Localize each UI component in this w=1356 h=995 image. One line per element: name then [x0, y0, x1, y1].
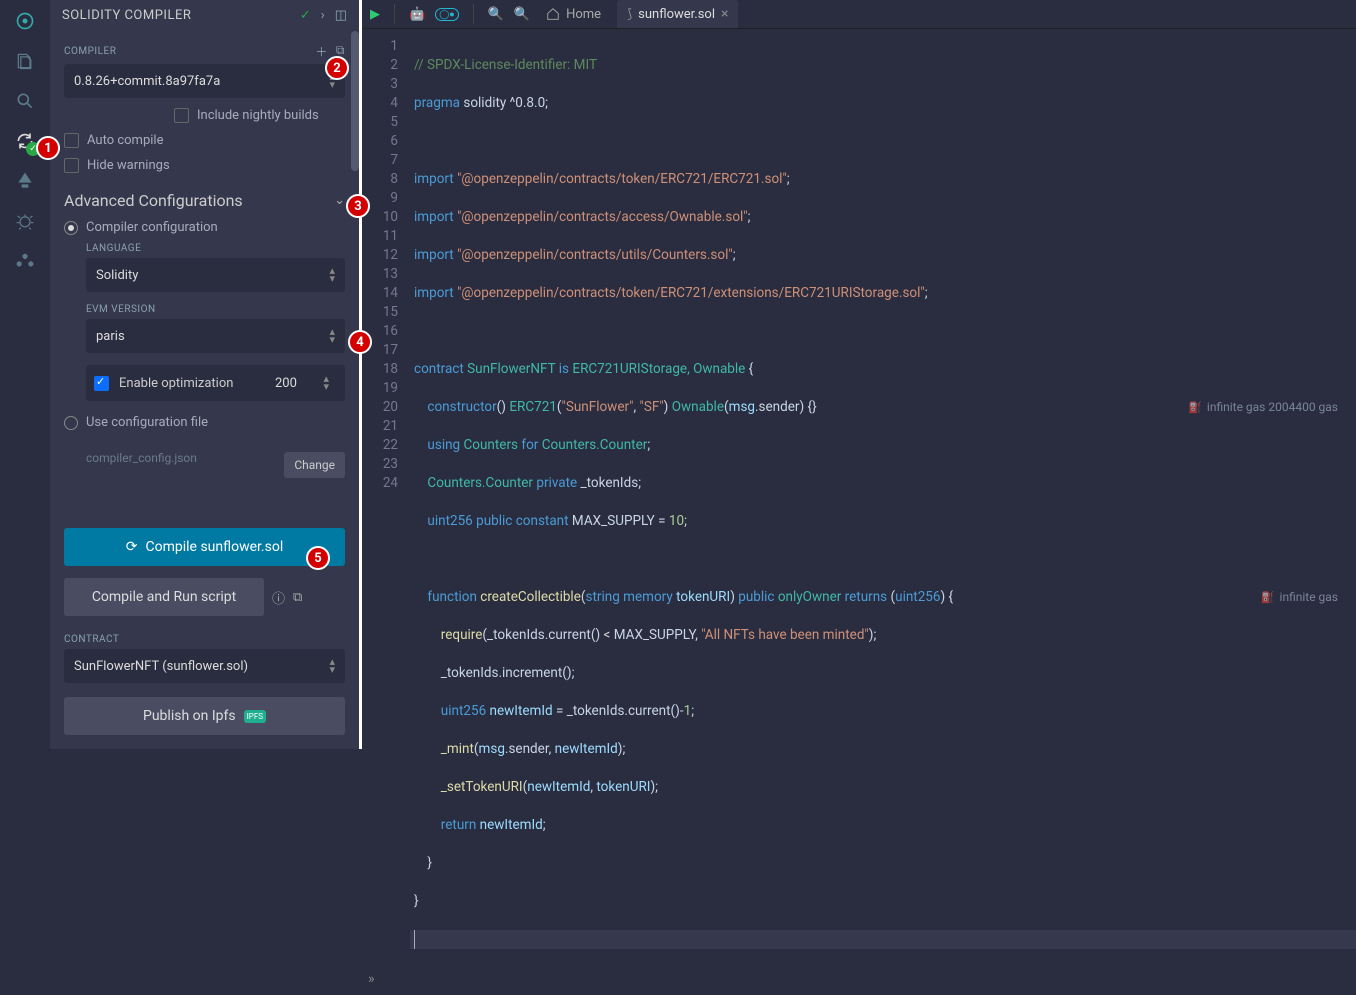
callout-1: 1: [36, 136, 60, 160]
logo-icon[interactable]: [14, 10, 36, 32]
evm-value: paris: [96, 329, 125, 344]
tab-home[interactable]: Home: [536, 1, 611, 28]
info-icon[interactable]: ⓘ: [272, 588, 285, 607]
compile-run-label: Compile and Run script: [92, 589, 236, 605]
plugin-icon[interactable]: [14, 250, 36, 272]
select-arrows-icon: ▴▾: [329, 267, 335, 283]
language-select[interactable]: Solidity ▴▾: [86, 258, 345, 292]
configfile-label: Use configuration file: [86, 415, 208, 430]
optimization-checkbox[interactable]: [94, 376, 109, 391]
contract-value: SunFlowerNFT (sunflower.sol): [74, 659, 248, 674]
compiler-config-radio[interactable]: [64, 221, 78, 235]
tab-bar: ▶ 🤖 ◯● 🔍 🔍 Home ⟆ sunflower.sol ×: [362, 0, 1356, 29]
solidity-file-icon: ⟆: [627, 7, 632, 22]
optimization-runs-input[interactable]: 200▴▾: [267, 371, 337, 395]
callout-3: 3: [346, 194, 370, 218]
play-icon[interactable]: ▶: [370, 7, 380, 22]
compiler-label: COMPILER: [64, 46, 116, 57]
ipfs-icon: IPFS: [244, 710, 266, 723]
nightly-label: Include nightly builds: [197, 108, 319, 123]
panel-title: SOLIDITY COMPILER: [62, 8, 191, 23]
compile-run-button[interactable]: Compile and Run script: [64, 578, 264, 616]
advanced-config-toggle[interactable]: Advanced Configurations ⌄: [64, 191, 345, 210]
solidity-compiler-panel: SOLIDITY COMPILER ✓ › ◫ COMPILER ＋ ⧉ 0.8.…: [50, 0, 362, 749]
zoom-in-icon[interactable]: 🔍: [514, 7, 530, 22]
gas-hint: infinite gas: [1261, 588, 1338, 607]
callout-4: 4: [348, 330, 372, 354]
advanced-title: Advanced Configurations: [64, 191, 243, 210]
select-arrows-icon: ▴▾: [323, 375, 329, 391]
compiler-select[interactable]: 0.8.26+commit.8a97fa7a ▴▾: [64, 64, 345, 98]
search-icon[interactable]: [14, 90, 36, 112]
evm-select[interactable]: paris ▴▾: [86, 319, 345, 353]
language-value: Solidity: [96, 268, 138, 283]
autocompile-checkbox[interactable]: [64, 133, 79, 148]
icon-bar: [0, 0, 50, 749]
publish-ipfs-button[interactable]: Publish on Ipfs IPFS: [64, 697, 345, 735]
home-icon: [546, 7, 560, 21]
autocompile-label: Auto compile: [87, 133, 163, 148]
code-content[interactable]: // SPDX-License-Identifier: MIT pragma s…: [410, 29, 1356, 995]
configfile-radio[interactable]: [64, 416, 78, 430]
compiler-icon[interactable]: [14, 130, 36, 152]
select-arrows-icon: ▴▾: [329, 658, 335, 674]
chevron-down-icon: ⌄: [334, 193, 345, 208]
hidewarnings-label: Hide warnings: [87, 158, 170, 173]
compiler-value: 0.8.26+commit.8a97fa7a: [74, 74, 220, 89]
callout-5: 5: [306, 546, 330, 570]
compile-button[interactable]: ⟳ Compile sunflower.sol: [64, 528, 345, 566]
publish-label: Publish on Ipfs: [143, 708, 236, 724]
zoom-out-icon[interactable]: 🔍: [488, 7, 504, 22]
check-icon[interactable]: ✓: [300, 8, 311, 23]
tab-home-label: Home: [566, 7, 601, 22]
optimization-label: Enable optimization: [119, 376, 257, 391]
compiler-config-label: Compiler configuration: [86, 220, 218, 235]
copy-script-icon[interactable]: ⧉: [293, 590, 302, 605]
callout-2: 2: [325, 56, 349, 80]
contract-select[interactable]: SunFlowerNFT (sunflower.sol) ▴▾: [64, 649, 345, 683]
chevron-right-icon[interactable]: ›: [321, 8, 325, 23]
expand-panel-icon[interactable]: »: [368, 970, 375, 989]
code-editor[interactable]: 123456789101112131415161718192021222324 …: [362, 29, 1356, 995]
panel-layout-icon[interactable]: ◫: [335, 8, 347, 23]
close-tab-icon[interactable]: ×: [721, 6, 728, 22]
hidewarnings-checkbox[interactable]: [64, 158, 79, 173]
line-gutter: 123456789101112131415161718192021222324: [362, 29, 410, 995]
refresh-icon: ⟳: [126, 539, 138, 555]
robot-icon[interactable]: 🤖: [409, 7, 425, 22]
evm-label: EVM VERSION: [86, 304, 345, 315]
select-arrows-icon: ▴▾: [329, 328, 335, 344]
files-icon[interactable]: [14, 50, 36, 72]
contract-label: CONTRACT: [64, 634, 345, 645]
tab-file-label: sunflower.sol: [638, 7, 715, 22]
nightly-checkbox[interactable]: [174, 108, 189, 123]
debugger-icon[interactable]: [14, 210, 36, 232]
editor-area: ▶ 🤖 ◯● 🔍 🔍 Home ⟆ sunflower.sol × 123456…: [362, 0, 1356, 749]
scrollbar[interactable]: [351, 31, 359, 171]
toggle-icon[interactable]: ◯●: [435, 8, 459, 21]
configfile-name: compiler_config.json: [86, 451, 197, 465]
compile-button-label: Compile sunflower.sol: [146, 539, 284, 555]
deploy-icon[interactable]: [14, 170, 36, 192]
gas-hint: infinite gas 2004400 gas: [1188, 398, 1338, 417]
language-label: LANGUAGE: [86, 243, 345, 254]
change-button[interactable]: Change: [284, 452, 345, 478]
tab-file[interactable]: ⟆ sunflower.sol ×: [617, 0, 738, 28]
add-compiler-icon[interactable]: ＋: [315, 43, 328, 60]
